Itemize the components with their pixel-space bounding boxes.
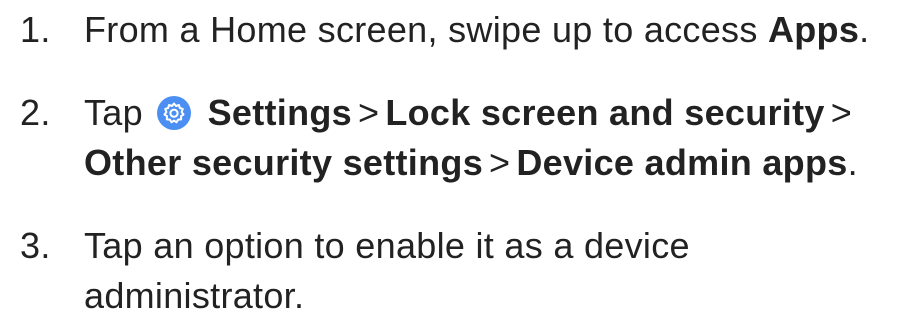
step-1: 1. From a Home screen, swipe up to acces…	[20, 5, 913, 55]
step-text-before: From a Home screen, swipe up to access	[84, 9, 768, 50]
step-line: Tap Settings > Lock screen and security >	[84, 88, 913, 138]
instruction-steps: 1. From a Home screen, swipe up to acces…	[0, 0, 913, 328]
period: .	[859, 9, 870, 50]
separator: >	[830, 92, 853, 133]
step-line: Other security settings > Device admin app…	[84, 138, 913, 188]
separator: >	[489, 142, 511, 183]
step-number: 3.	[20, 225, 51, 266]
step-number: 1.	[20, 9, 51, 50]
step-2: 2. Tap Settings > Lock screen and security…	[20, 88, 913, 188]
step-line: administrator.	[84, 275, 305, 316]
tap-word: Tap	[84, 92, 143, 133]
step-text: Tap an option to enable it as a device a…	[84, 221, 913, 321]
settings-gear-icon	[157, 96, 192, 130]
step-number: 2.	[20, 92, 51, 133]
step-text: From a Home screen, swipe up to access A…	[84, 5, 913, 55]
step-line: Tap an option to enable it as a device	[84, 225, 690, 266]
separator: >	[358, 92, 380, 133]
lock-screen-label: Lock screen and security	[385, 92, 825, 133]
period: .	[847, 142, 858, 183]
other-security-label: Other security settings	[84, 142, 484, 183]
device-admin-label: Device admin apps	[516, 142, 848, 183]
step-text: Tap Settings > Lock screen and security > O…	[84, 88, 913, 188]
settings-label: Settings	[207, 92, 352, 133]
step-3: 3. Tap an option to enable it as a devic…	[20, 221, 913, 321]
apps-label: Apps	[767, 9, 860, 50]
